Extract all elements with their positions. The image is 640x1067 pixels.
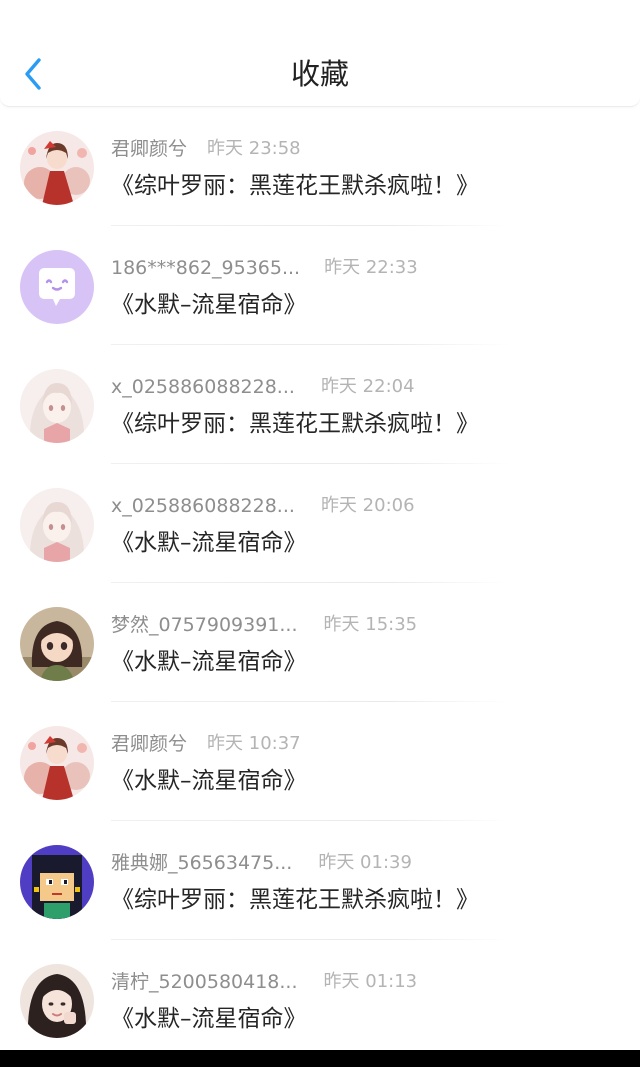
timestamp: 昨天 15:35: [323, 614, 418, 635]
book-title[interactable]: 《综叶罗丽：黑莲花王默杀疯啦！》: [111, 170, 479, 202]
book-title[interactable]: 《水默–流星宿命》: [111, 1003, 307, 1035]
page-title: 收藏: [290, 57, 349, 91]
item-meta: 清柠_5200580418... 昨天 01:13: [111, 969, 417, 995]
timestamp: 昨天 20:06: [320, 495, 415, 516]
item-meta: 186***862_95365... 昨天 22:33: [111, 255, 418, 281]
avatar[interactable]: [20, 250, 94, 324]
list-item[interactable]: 君卿颜兮 昨天 10:37 《水默–流星宿命》: [0, 702, 640, 821]
system-navigation-bar: [0, 1050, 640, 1067]
item-meta: x_025886088228... 昨天 22:04: [111, 374, 415, 400]
timestamp: 昨天 22:33: [324, 257, 418, 278]
list-item[interactable]: x_025886088228... 昨天 20:06 《水默–流星宿命》: [0, 464, 640, 583]
avatar[interactable]: [20, 964, 94, 1038]
book-title[interactable]: 《水默–流星宿命》: [111, 765, 307, 797]
list-item[interactable]: 君卿颜兮 昨天 23:58 《综叶罗丽：黑莲花王默杀疯啦！》: [0, 107, 640, 226]
username[interactable]: x_025886088228...: [111, 493, 295, 519]
book-title[interactable]: 《水默–流星宿命》: [111, 527, 307, 559]
book-title[interactable]: 《综叶罗丽：黑莲花王默杀疯啦！》: [111, 884, 479, 916]
item-meta: 君卿颜兮 昨天 10:37: [111, 731, 301, 757]
avatar[interactable]: [20, 131, 94, 205]
book-title[interactable]: 《水默–流星宿命》: [111, 646, 307, 678]
list-item[interactable]: 清柠_5200580418... 昨天 01:13 《水默–流星宿命》: [0, 940, 640, 1059]
avatar[interactable]: [20, 369, 94, 443]
list-item[interactable]: 雅典娜_56563475... 昨天 01:39 《综叶罗丽：黑莲花王默杀疯啦！…: [0, 821, 640, 940]
username[interactable]: 186***862_95365...: [111, 255, 300, 281]
item-meta: 梦然_0757909391... 昨天 15:35: [111, 612, 417, 638]
anime-girl-red-avatar-icon: [20, 131, 94, 205]
list-item[interactable]: 186***862_95365... 昨天 22:33 《水默–流星宿命》: [0, 226, 640, 345]
pixel-girl-avatar-icon: [20, 845, 94, 919]
doll-girl-avatar-icon: [20, 607, 94, 681]
anime-girl-pale-avatar-icon: [20, 488, 94, 562]
timestamp: 昨天 01:39: [318, 852, 412, 873]
back-button[interactable]: [14, 52, 54, 96]
timestamp: 昨天 22:04: [320, 376, 415, 397]
username[interactable]: x_025886088228...: [111, 374, 295, 400]
default-chat-avatar-icon: [20, 250, 94, 324]
username[interactable]: 君卿颜兮: [111, 731, 187, 757]
anime-girl-red-avatar-icon: [20, 726, 94, 800]
avatar[interactable]: [20, 607, 94, 681]
avatar[interactable]: [20, 845, 94, 919]
username[interactable]: 雅典娜_56563475...: [111, 850, 292, 876]
item-meta: 君卿颜兮 昨天 23:58: [111, 136, 301, 162]
username[interactable]: 清柠_5200580418...: [111, 969, 298, 995]
list-item[interactable]: 梦然_0757909391... 昨天 15:35 《水默–流星宿命》: [0, 583, 640, 702]
chevron-left-icon: [25, 58, 41, 90]
anime-girl-pale-avatar-icon: [20, 369, 94, 443]
book-title[interactable]: 《综叶罗丽：黑莲花王默杀疯啦！》: [111, 408, 479, 440]
username[interactable]: 君卿颜兮: [111, 136, 187, 162]
book-title[interactable]: 《水默–流星宿命》: [111, 289, 307, 321]
timestamp: 昨天 10:37: [207, 733, 301, 754]
username[interactable]: 梦然_0757909391...: [111, 612, 298, 638]
item-meta: x_025886088228... 昨天 20:06: [111, 493, 415, 519]
list-item[interactable]: x_025886088228... 昨天 22:04 《综叶罗丽：黑莲花王默杀疯…: [0, 345, 640, 464]
favorites-list: 君卿颜兮 昨天 23:58 《综叶罗丽：黑莲花王默杀疯啦！》 186***862…: [0, 107, 640, 1059]
avatar[interactable]: [20, 726, 94, 800]
timestamp: 昨天 01:13: [323, 971, 418, 992]
avatar[interactable]: [20, 488, 94, 562]
photo-girl-avatar-icon: [20, 964, 94, 1038]
top-nav-bar: 收藏: [0, 0, 640, 107]
favorites-page: 收藏 君卿颜兮 昨天 23:58 《综叶罗丽：黑莲花王默杀疯啦！》 186***…: [0, 0, 640, 1067]
item-meta: 雅典娜_56563475... 昨天 01:39: [111, 850, 412, 876]
timestamp: 昨天 23:58: [207, 138, 301, 159]
